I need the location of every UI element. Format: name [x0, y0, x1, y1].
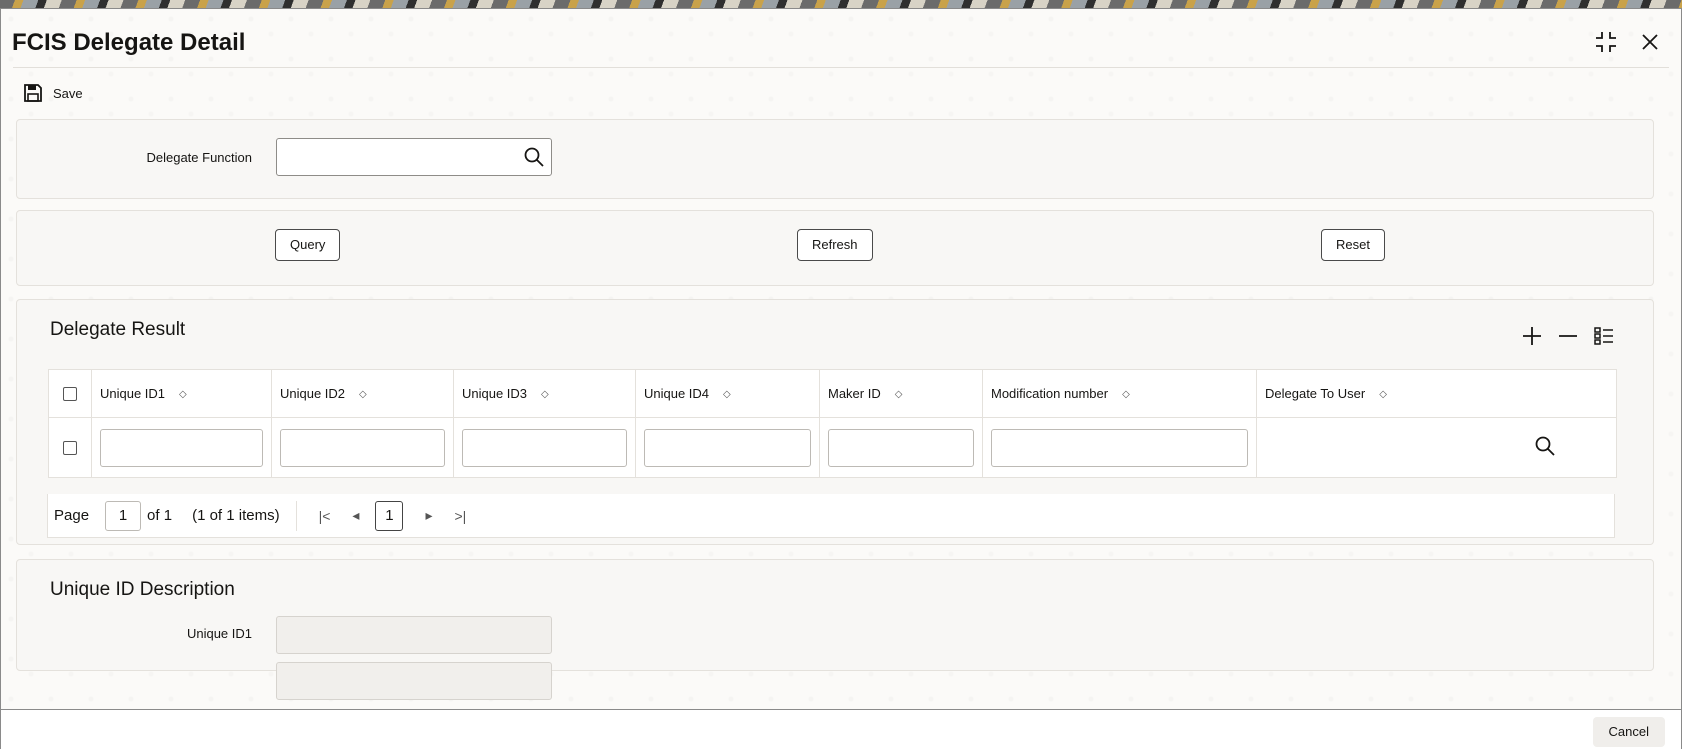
page-of-label: of 1 [147, 507, 173, 524]
table-row [48, 417, 1617, 478]
unique-id4-input[interactable] [644, 428, 811, 467]
top-banner [0, 0, 1682, 8]
page-number-input[interactable]: 1 [105, 500, 142, 531]
save-icon [24, 84, 42, 102]
unique-id1-input[interactable] [100, 428, 263, 467]
delegate-to-user-search-icon[interactable] [1534, 435, 1556, 457]
unique-id4-cell [635, 417, 820, 478]
delegate-function-search-icon[interactable] [523, 146, 545, 168]
dialog-window: FCIS Delegate Detail Save Delegate Funct… [0, 8, 1682, 749]
sort-icon[interactable]: ◇ [359, 389, 367, 400]
previous-page-icon[interactable]: ◂ [352, 507, 359, 524]
unique-id1-label: Unique ID1 [186, 626, 252, 641]
select-all-cell [48, 369, 92, 418]
dialog-footer: Cancel [1, 709, 1681, 749]
delete-row-icon[interactable] [1557, 325, 1579, 347]
column-header-unique-id1[interactable]: Unique ID1 ◇ [91, 369, 272, 418]
page-button-1[interactable]: 1 [375, 500, 404, 531]
unique-id2-description-input [276, 662, 552, 700]
column-header-modification-number[interactable]: Modification number ◇ [982, 369, 1257, 418]
row-select-cell [48, 417, 92, 478]
column-header-unique-id2[interactable]: Unique ID2 ◇ [271, 369, 454, 418]
column-header-delegate-to-user[interactable]: Delegate To User ◇ [1256, 369, 1617, 418]
delegate-to-user-cell [1256, 417, 1617, 478]
delegate-result-title: Delegate Result [50, 319, 186, 340]
sort-icon[interactable]: ◇ [723, 389, 731, 400]
delegate-function-label: Delegate Function [146, 150, 252, 165]
sort-icon[interactable]: ◇ [1379, 389, 1387, 400]
sort-icon[interactable]: ◇ [179, 389, 187, 400]
sort-icon[interactable]: ◇ [541, 389, 549, 400]
sort-icon[interactable]: ◇ [895, 389, 903, 400]
window-title: FCIS Delegate Detail [12, 29, 246, 56]
maker-id-input[interactable] [828, 428, 974, 467]
modification-number-input[interactable] [991, 428, 1248, 467]
column-list-icon[interactable] [1593, 325, 1615, 347]
refresh-button[interactable]: Refresh [797, 229, 873, 261]
unique-id-description-panel: Unique ID Description Unique ID1 [16, 559, 1654, 700]
pager-divider [295, 500, 297, 531]
table-pager: Page 1 of 1 (1 of 1 items) |< ◂ 1 ▸ >| [47, 494, 1615, 538]
column-header-unique-id4[interactable]: Unique ID4 ◇ [635, 369, 820, 418]
grid-toolbar [1521, 325, 1615, 347]
window-controls [1593, 29, 1663, 55]
next-page-icon[interactable]: ▸ [425, 507, 432, 524]
modification-number-cell [982, 417, 1257, 478]
items-count: (1 of 1 items) [192, 507, 280, 524]
filter-panel: Delegate Function [16, 119, 1654, 199]
table-header-row: Unique ID1 ◇ Unique ID2 ◇ Unique ID3 ◇ Uniq… [48, 369, 1617, 418]
title-divider [13, 67, 1669, 68]
delegate-result-table: Unique ID1 ◇ Unique ID2 ◇ Unique ID3 ◇ Uniq… [48, 369, 1617, 478]
unique-id-description-title: Unique ID Description [50, 579, 235, 600]
close-icon[interactable] [1637, 29, 1663, 55]
row-checkbox[interactable] [63, 440, 77, 455]
save-label: Save [53, 85, 83, 101]
minimize-icon[interactable] [1593, 29, 1619, 55]
query-button[interactable]: Query [275, 229, 341, 261]
unique-id2-input[interactable] [280, 428, 445, 467]
reset-button[interactable]: Reset [1321, 229, 1385, 261]
unique-id2-cell [271, 417, 454, 478]
maker-id-cell [819, 417, 983, 478]
cancel-button[interactable]: Cancel [1592, 717, 1665, 747]
unique-id1-cell [91, 417, 272, 478]
unique-id3-input[interactable] [462, 428, 627, 467]
action-panel: Query Refresh Reset [16, 210, 1654, 286]
page-label: Page [54, 507, 90, 524]
save-button[interactable]: Save [23, 83, 83, 103]
unique-id3-cell [453, 417, 636, 478]
last-page-icon[interactable]: >| [454, 508, 466, 524]
sort-icon[interactable]: ◇ [1122, 389, 1130, 400]
select-all-checkbox[interactable] [63, 386, 77, 401]
unique-id1-description-input [276, 616, 552, 654]
first-page-icon[interactable]: |< [319, 508, 331, 524]
delegate-function-input[interactable] [276, 138, 552, 176]
column-header-unique-id3[interactable]: Unique ID3 ◇ [453, 369, 636, 418]
column-header-maker-id[interactable]: Maker ID ◇ [819, 369, 983, 418]
add-row-icon[interactable] [1521, 325, 1543, 347]
